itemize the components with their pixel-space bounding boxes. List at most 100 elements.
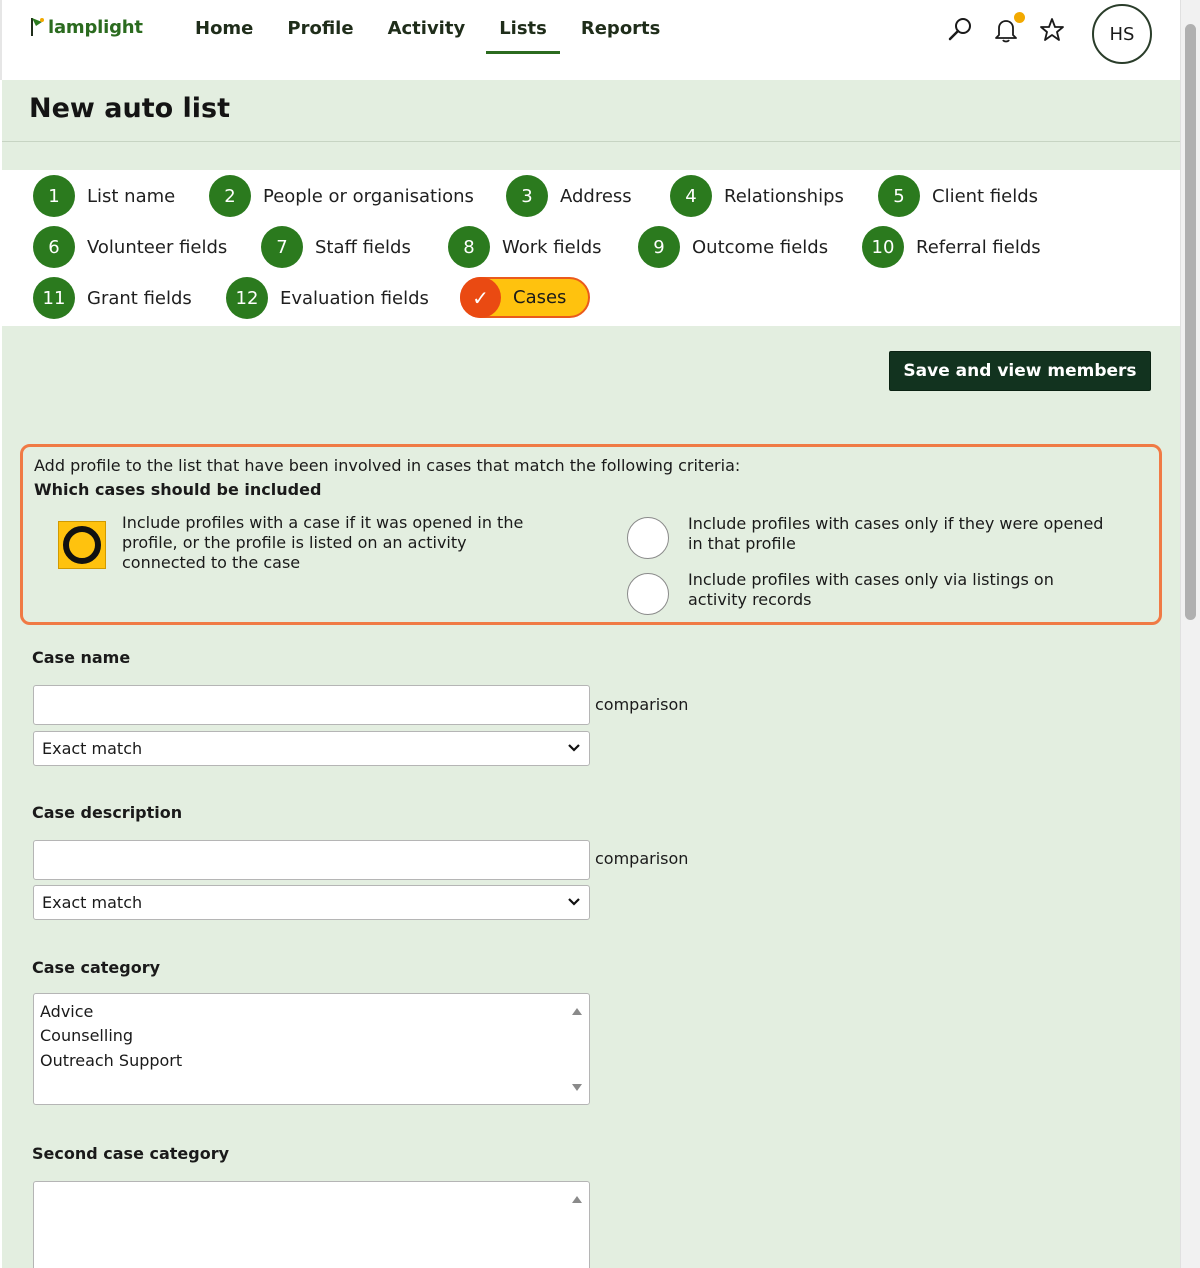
listbox-option[interactable]: Outreach Support xyxy=(40,1051,182,1070)
step-number: 6 xyxy=(33,226,75,268)
case-description-comparison-label: comparison xyxy=(595,849,689,868)
radio-label-line: Include profiles with cases only via lis… xyxy=(688,570,1054,589)
save-and-view-members-button[interactable]: Save and view members xyxy=(889,351,1151,391)
case-name-input[interactable] xyxy=(33,685,590,725)
step-referral-fields[interactable]: 10 Referral fields xyxy=(862,226,1041,268)
step-number: 4 xyxy=(670,175,712,217)
select-value: Exact match xyxy=(42,739,143,758)
case-name-comparison-select[interactable]: Exact match xyxy=(33,731,590,766)
step-staff-fields[interactable]: 7 Staff fields xyxy=(261,226,411,268)
step-work-fields[interactable]: 8 Work fields xyxy=(448,226,602,268)
page-header: New auto list xyxy=(2,80,1180,142)
case-criteria-panel: Add profile to the list that have been i… xyxy=(20,444,1162,625)
step-label: List name xyxy=(87,185,176,207)
select-value: Exact match xyxy=(42,893,143,912)
logo-text: lamplight xyxy=(48,17,143,38)
step-number: 3 xyxy=(506,175,548,217)
step-address[interactable]: 3 Address xyxy=(506,175,632,217)
notifications-button[interactable] xyxy=(992,12,1025,44)
case-name-comparison-label: comparison xyxy=(595,695,689,714)
step-label: Referral fields xyxy=(916,236,1041,258)
top-navigation-bar: lamplight Home Profile Activity Lists Re… xyxy=(0,0,1180,80)
radio-label-line: Include profiles with a case if it was o… xyxy=(122,513,524,532)
radio-label-line: activity records xyxy=(688,590,812,609)
chevron-down-icon xyxy=(568,744,580,752)
step-number: 2 xyxy=(209,175,251,217)
step-volunteer-fields[interactable]: 6 Volunteer fields xyxy=(33,226,227,268)
form-area: Save and view members Add profile to the… xyxy=(2,326,1180,1268)
wizard-steps: 1 List name 2 People or organisations 3 … xyxy=(2,170,1180,326)
radio-label-line: in that profile xyxy=(688,534,796,553)
nav-profile[interactable]: Profile xyxy=(274,10,366,54)
case-description-comparison-select[interactable]: Exact match xyxy=(33,885,590,920)
step-label: Address xyxy=(560,185,632,207)
case-category-listbox[interactable]: Advice Counselling Outreach Support xyxy=(33,993,590,1105)
listbox-option[interactable]: Counselling xyxy=(40,1026,133,1045)
case-description-input[interactable] xyxy=(33,840,590,880)
star-icon[interactable] xyxy=(1038,16,1066,44)
top-icon-group: HS xyxy=(930,0,1180,68)
step-evaluation-fields[interactable]: 12 Evaluation fields xyxy=(226,277,429,319)
step-label: Cases xyxy=(513,287,567,308)
header-spacer xyxy=(2,142,1180,170)
step-label: Staff fields xyxy=(315,236,411,258)
radio-label-line: profile, or the profile is listed on an … xyxy=(122,533,467,552)
step-outcome-fields[interactable]: 9 Outcome fields xyxy=(638,226,828,268)
radio-label-opened-only: Include profiles with cases only if they… xyxy=(688,514,1103,554)
scrollbar-thumb[interactable] xyxy=(1185,24,1196,620)
notification-dot xyxy=(1014,12,1025,23)
lamp-logo-icon xyxy=(31,18,44,36)
page-title: New auto list xyxy=(29,93,231,124)
step-cases-current[interactable]: ✓ Cases xyxy=(460,277,590,318)
step-label: Relationships xyxy=(724,185,844,207)
case-category-label: Case category xyxy=(32,958,161,977)
scroll-up-arrow-icon[interactable] xyxy=(571,1006,583,1016)
nav-home[interactable]: Home xyxy=(182,10,266,54)
listbox-option[interactable]: Advice xyxy=(40,1002,93,1021)
radio-listings-only[interactable] xyxy=(627,573,669,615)
second-case-category-listbox[interactable] xyxy=(33,1181,590,1268)
step-label: People or organisations xyxy=(263,185,474,207)
step-label: Work fields xyxy=(502,236,602,258)
nav-activity[interactable]: Activity xyxy=(375,10,479,54)
main-nav: Home Profile Activity Lists Reports xyxy=(182,10,681,54)
page-scrollbar[interactable] xyxy=(1180,0,1200,1268)
step-label: Volunteer fields xyxy=(87,236,228,258)
step-label: Client fields xyxy=(932,185,1039,207)
step-grant-fields[interactable]: 11 Grant fields xyxy=(33,277,192,319)
scroll-down-arrow-icon[interactable] xyxy=(571,1083,583,1093)
radio-label-listings-only: Include profiles with cases only via lis… xyxy=(688,570,1054,610)
radio-selected-indicator xyxy=(63,526,101,564)
step-number: 10 xyxy=(862,226,904,268)
case-description-label: Case description xyxy=(32,803,183,822)
step-number: 12 xyxy=(226,277,268,319)
nav-reports[interactable]: Reports xyxy=(568,10,674,54)
step-number: 5 xyxy=(878,175,920,217)
radio-label-line: Include profiles with cases only if they… xyxy=(688,514,1104,533)
step-number: 1 xyxy=(33,175,75,217)
step-number: 11 xyxy=(33,277,75,319)
radio-opened-or-listed[interactable] xyxy=(58,521,106,569)
criteria-heading: Which cases should be included xyxy=(34,480,322,499)
radio-label-opened-or-listed: Include profiles with a case if it was o… xyxy=(122,513,523,573)
scroll-up-arrow-icon[interactable] xyxy=(571,1194,583,1204)
step-client-fields[interactable]: 5 Client fields xyxy=(878,175,1038,217)
step-number: 9 xyxy=(638,226,680,268)
step-label: Evaluation fields xyxy=(280,287,429,309)
radio-label-line: connected to the case xyxy=(122,553,301,572)
case-name-label: Case name xyxy=(32,648,131,667)
step-list-name[interactable]: 1 List name xyxy=(33,175,175,217)
user-avatar[interactable]: HS xyxy=(1092,4,1152,64)
search-icon[interactable] xyxy=(946,16,974,44)
nav-lists[interactable]: Lists xyxy=(486,10,560,54)
step-number: 7 xyxy=(261,226,303,268)
step-label: Grant fields xyxy=(87,287,192,309)
lamplight-logo[interactable]: lamplight xyxy=(28,14,143,38)
step-label: Outcome fields xyxy=(692,236,829,258)
radio-opened-only[interactable] xyxy=(627,517,669,559)
second-case-category-label: Second case category xyxy=(32,1144,230,1163)
step-number: 8 xyxy=(448,226,490,268)
criteria-intro: Add profile to the list that have been i… xyxy=(34,456,741,475)
step-people-or-organisations[interactable]: 2 People or organisations xyxy=(209,175,474,217)
step-relationships[interactable]: 4 Relationships xyxy=(670,175,844,217)
